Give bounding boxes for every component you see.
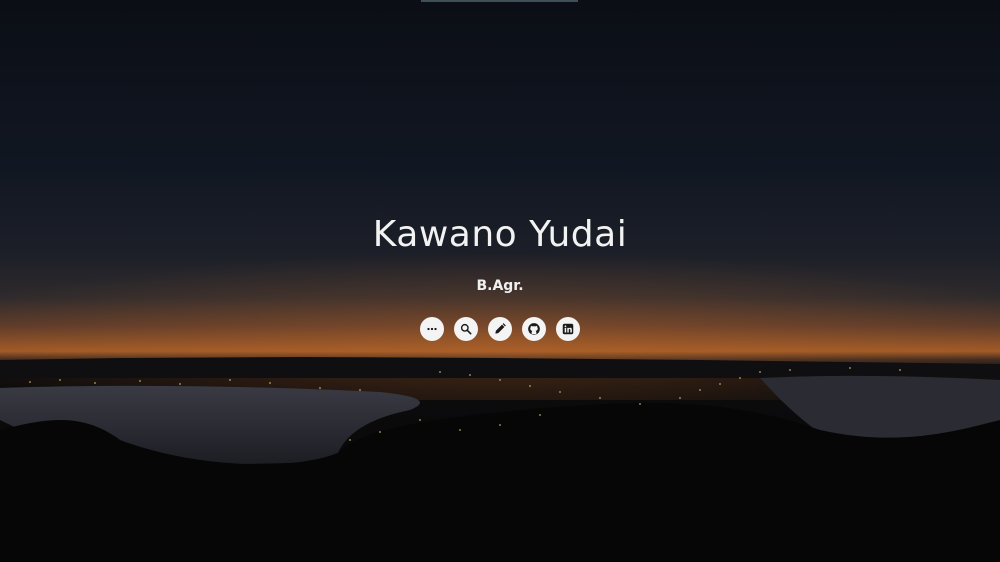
blog-button[interactable] [488,317,512,341]
page-subtitle: B.Agr. [476,278,524,294]
hero-section: Kawano Yudai B.Agr. [0,0,1000,562]
github-icon [528,323,540,335]
linkedin-icon [562,323,574,335]
top-progress-bar [421,0,578,2]
search-button[interactable] [454,317,478,341]
pencil-icon [495,323,506,334]
linkedin-button[interactable] [556,317,580,341]
more-button[interactable] [420,317,444,341]
github-button[interactable] [522,317,546,341]
more-horizontal-icon [427,327,437,331]
page-title: Kawano Yudai [372,214,628,255]
search-icon [460,323,472,335]
social-links [0,317,1000,341]
